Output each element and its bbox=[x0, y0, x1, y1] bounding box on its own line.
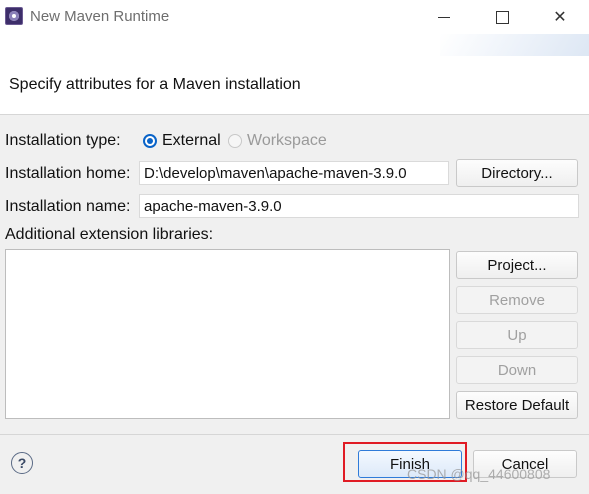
maximize-button[interactable] bbox=[479, 0, 525, 34]
installation-home-label: Installation home: bbox=[5, 165, 131, 182]
minimize-icon bbox=[438, 16, 450, 18]
header-decoration bbox=[440, 34, 589, 56]
radio-workspace-label: Workspace bbox=[247, 132, 327, 149]
close-button[interactable]: ✕ bbox=[537, 0, 583, 34]
restore-default-button[interactable]: Restore Default bbox=[456, 391, 578, 419]
maven-app-icon bbox=[5, 7, 23, 25]
extension-libraries-list[interactable] bbox=[5, 249, 450, 419]
project-button[interactable]: Project... bbox=[456, 251, 578, 279]
directory-button[interactable]: Directory... bbox=[456, 159, 578, 187]
window-title: New Maven Runtime bbox=[30, 8, 170, 25]
footer-divider bbox=[0, 434, 589, 435]
down-button: Down bbox=[456, 356, 578, 384]
radio-workspace bbox=[228, 134, 242, 148]
close-icon: ✕ bbox=[553, 9, 567, 26]
help-icon[interactable]: ? bbox=[11, 452, 33, 474]
minimize-button[interactable] bbox=[421, 0, 467, 34]
watermark: CSDN @qq_44600808 bbox=[407, 466, 551, 482]
radio-external-label[interactable]: External bbox=[162, 132, 221, 150]
radio-external[interactable] bbox=[143, 134, 157, 148]
header-message: Specify attributes for a Maven installat… bbox=[9, 76, 301, 93]
installation-name-field[interactable]: apache-maven-3.9.0 bbox=[139, 194, 579, 218]
maximize-icon bbox=[495, 10, 509, 24]
extension-libraries-label: Additional extension libraries: bbox=[5, 226, 214, 243]
title-bar: New Maven Runtime ✕ bbox=[0, 0, 589, 34]
remove-button: Remove bbox=[456, 286, 578, 314]
installation-type-label: Installation type: bbox=[5, 132, 121, 149]
installation-home-field[interactable]: D:\develop\maven\apache-maven-3.9.0 bbox=[139, 161, 449, 185]
installation-name-label: Installation name: bbox=[5, 198, 131, 215]
up-button: Up bbox=[456, 321, 578, 349]
